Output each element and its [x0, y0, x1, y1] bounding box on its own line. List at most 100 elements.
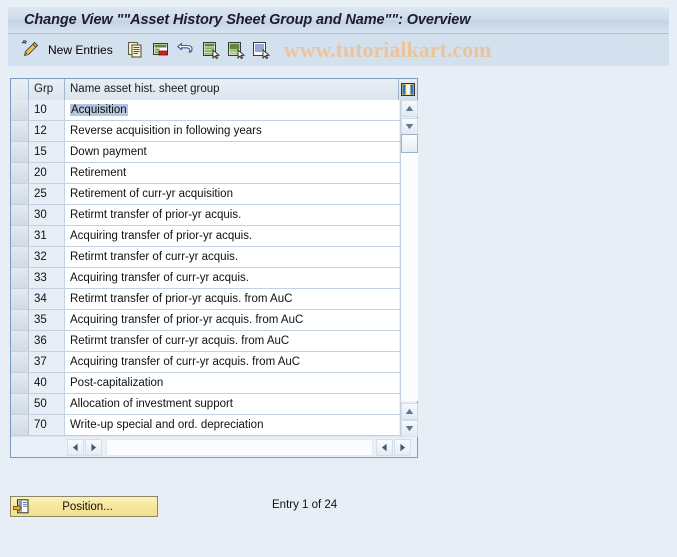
toolbar-icon-group: [127, 41, 270, 60]
vertical-scrollbar-thumb[interactable]: [401, 134, 418, 153]
table-row[interactable]: 31 Acquiring transfer of prior-yr acquis.: [11, 226, 401, 247]
row-select-handle[interactable]: [11, 226, 29, 246]
deselect-all-icon[interactable]: [227, 41, 245, 60]
cell-name[interactable]: Acquiring transfer of prior-yr acquis. f…: [65, 310, 399, 330]
table-row[interactable]: 32 Retirmt transfer of curr-yr acquis.: [11, 247, 401, 268]
table-body: 10 Acquisition 12 Reverse acquisition in fo…: [11, 100, 401, 437]
cell-grp[interactable]: 15: [29, 142, 65, 162]
copy-icon[interactable]: [127, 41, 145, 59]
entries-table-panel: Grp Name asset hist. sheet group 10 Acqui…: [10, 78, 418, 458]
cell-grp[interactable]: 70: [29, 415, 65, 435]
select-all-icon[interactable]: [202, 41, 220, 60]
cell-name[interactable]: Reverse acquisition in following years: [65, 121, 399, 141]
table-row[interactable]: 20 Retirement: [11, 163, 401, 184]
column-header-select[interactable]: [11, 79, 29, 100]
position-button-label: Position...: [62, 500, 113, 513]
table-row[interactable]: 36 Retirmt transfer of curr-yr acquis. fr…: [11, 331, 401, 352]
scroll-right-arrow-icon[interactable]: [85, 438, 102, 456]
details-icon[interactable]: [252, 41, 270, 60]
table-row[interactable]: 15 Down payment: [11, 142, 401, 163]
row-select-handle[interactable]: [11, 163, 29, 183]
table-row[interactable]: 37 Acquiring transfer of curr-yr acquis. …: [11, 352, 401, 373]
row-select-handle[interactable]: [11, 415, 29, 435]
horizontal-scrollbar-track[interactable]: [106, 438, 373, 456]
table-row[interactable]: 70 Write-up special and ord. depreciation: [11, 415, 401, 436]
cell-name[interactable]: Post-capitalization: [65, 373, 399, 393]
row-select-handle[interactable]: [11, 205, 29, 225]
entry-status-text: Entry 1 of 24: [272, 499, 338, 511]
table-row[interactable]: 33 Acquiring transfer of curr-yr acquis.: [11, 268, 401, 289]
cell-name[interactable]: Down payment: [65, 142, 399, 162]
cell-grp[interactable]: 40: [29, 373, 65, 393]
cell-name-text: Acquisition: [70, 104, 128, 116]
table-header-row: Grp Name asset hist. sheet group: [11, 79, 417, 100]
cell-grp[interactable]: 36: [29, 331, 65, 351]
cell-grp[interactable]: 34: [29, 289, 65, 309]
table-row[interactable]: 10 Acquisition: [11, 100, 401, 121]
pencil-edit-icon[interactable]: [20, 40, 40, 60]
scroll-right-arrow-icon-2[interactable]: [394, 438, 411, 456]
row-select-handle[interactable]: [11, 331, 29, 351]
row-select-handle[interactable]: [11, 142, 29, 162]
hscroll-left-spacer: [11, 437, 67, 457]
table-row[interactable]: 12 Reverse acquisition in following years: [11, 121, 401, 142]
row-select-handle[interactable]: [11, 184, 29, 204]
cell-name[interactable]: Retirmt transfer of prior-yr acquis. fro…: [65, 289, 399, 309]
table-settings-icon[interactable]: [399, 79, 417, 100]
position-button[interactable]: Position...: [10, 496, 158, 517]
scroll-left-arrow-icon-2[interactable]: [376, 438, 393, 456]
row-select-handle[interactable]: [11, 289, 29, 309]
cell-name[interactable]: Retirmt transfer of curr-yr acquis.: [65, 247, 399, 267]
scroll-left-arrow-icon[interactable]: [67, 438, 84, 456]
horizontal-scrollbar[interactable]: [11, 436, 417, 457]
row-select-handle[interactable]: [11, 373, 29, 393]
cell-name[interactable]: Retirmt transfer of prior-yr acquis.: [65, 205, 399, 225]
column-header-name[interactable]: Name asset hist. sheet group: [65, 79, 399, 100]
table-row[interactable]: 34 Retirmt transfer of prior-yr acquis. f…: [11, 289, 401, 310]
row-select-handle[interactable]: [11, 247, 29, 267]
application-toolbar: New Entries www.tutorialkart.com: [8, 34, 669, 66]
row-select-handle[interactable]: [11, 394, 29, 414]
cell-grp[interactable]: 33: [29, 268, 65, 288]
cell-name[interactable]: Write-up special and ord. depreciation: [65, 415, 399, 435]
position-jump-icon: [12, 498, 30, 515]
cell-name[interactable]: Retirmt transfer of curr-yr acquis. from…: [65, 331, 399, 351]
vertical-scrollbar[interactable]: [400, 100, 418, 437]
cell-name[interactable]: Acquiring transfer of curr-yr acquis. fr…: [65, 352, 399, 372]
cell-name[interactable]: Retirement of curr-yr acquisition: [65, 184, 399, 204]
cell-grp[interactable]: 32: [29, 247, 65, 267]
cell-name[interactable]: Allocation of investment support: [65, 394, 399, 414]
cell-grp[interactable]: 37: [29, 352, 65, 372]
table-row[interactable]: 30 Retirmt transfer of prior-yr acquis.: [11, 205, 401, 226]
column-header-grp[interactable]: Grp: [29, 79, 65, 100]
cell-grp[interactable]: 20: [29, 163, 65, 183]
cell-name[interactable]: Acquiring transfer of curr-yr acquis.: [65, 268, 399, 288]
undo-icon[interactable]: [176, 41, 195, 59]
new-entries-button[interactable]: New Entries: [48, 43, 113, 57]
cell-grp[interactable]: 10: [29, 100, 65, 120]
scroll-up-arrow-icon[interactable]: [401, 100, 418, 117]
row-select-handle[interactable]: [11, 121, 29, 141]
cell-grp[interactable]: 12: [29, 121, 65, 141]
scroll-down-arrow-icon[interactable]: [401, 118, 418, 135]
scroll-page-down-arrow-icon[interactable]: [401, 420, 418, 437]
cell-name[interactable]: Retirement: [65, 163, 399, 183]
cell-name[interactable]: Acquisition: [65, 100, 399, 120]
row-select-handle[interactable]: [11, 268, 29, 288]
row-select-handle[interactable]: [11, 352, 29, 372]
row-select-handle[interactable]: [11, 100, 29, 120]
table-row[interactable]: 40 Post-capitalization: [11, 373, 401, 394]
delete-row-icon[interactable]: [152, 41, 170, 59]
cell-grp[interactable]: 50: [29, 394, 65, 414]
cell-grp[interactable]: 30: [29, 205, 65, 225]
row-select-handle[interactable]: [11, 310, 29, 330]
table-row[interactable]: 35 Acquiring transfer of prior-yr acquis.…: [11, 310, 401, 331]
cell-grp[interactable]: 35: [29, 310, 65, 330]
cell-grp[interactable]: 31: [29, 226, 65, 246]
table-row[interactable]: 50 Allocation of investment support: [11, 394, 401, 415]
vertical-scrollbar-track[interactable]: [401, 153, 418, 401]
cell-name[interactable]: Acquiring transfer of prior-yr acquis.: [65, 226, 399, 246]
scroll-page-up-arrow-icon[interactable]: [401, 403, 418, 420]
table-row[interactable]: 25 Retirement of curr-yr acquisition: [11, 184, 401, 205]
cell-grp[interactable]: 25: [29, 184, 65, 204]
